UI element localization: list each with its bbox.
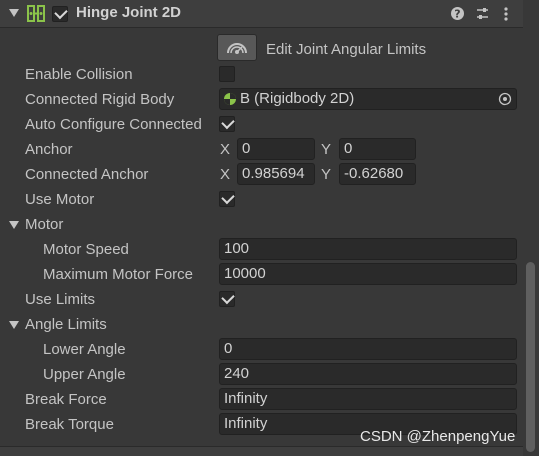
motor-foldout-arrow-icon[interactable] (9, 221, 19, 229)
help-icon[interactable]: ? (450, 6, 465, 21)
use-motor-checkbox[interactable] (219, 190, 235, 207)
preset-icon[interactable] (475, 6, 490, 21)
anchor-x-label: X (220, 141, 231, 158)
scrollbar-thumb[interactable] (526, 262, 535, 452)
more-icon[interactable] (502, 6, 510, 22)
motor-speed-field[interactable]: 100 (219, 238, 517, 260)
enable-collision-label: Enable Collision (25, 66, 133, 83)
edit-angular-limits-button[interactable] (217, 34, 257, 61)
component-header: Hinge Joint 2D ? (0, 0, 539, 28)
angle-limits-section-label[interactable]: Angle Limits (25, 316, 107, 333)
checkmark-icon (54, 5, 68, 20)
use-motor-label: Use Motor (25, 191, 95, 208)
anchor-y-field[interactable]: 0 (339, 138, 416, 160)
use-limits-checkbox[interactable] (219, 290, 235, 307)
enable-collision-checkbox[interactable] (219, 66, 235, 82)
auto-configure-checkbox[interactable] (219, 115, 235, 132)
connected-anchor-y-field[interactable]: -0.62680 (339, 163, 416, 185)
anchor-label: Anchor (25, 141, 73, 158)
connected-rigid-body-field[interactable]: B (Rigidbody 2D) (219, 88, 517, 110)
lower-angle-label: Lower Angle (43, 341, 126, 358)
angle-limits-foldout-arrow-icon[interactable] (9, 321, 19, 329)
component-title: Hinge Joint 2D (76, 4, 182, 21)
connected-anchor-y-label: Y (321, 166, 332, 183)
upper-angle-field[interactable]: 240 (219, 363, 517, 385)
svg-text:?: ? (454, 8, 460, 21)
checkmark-icon (221, 290, 235, 305)
edit-angular-limits-label: Edit Joint Angular Limits (266, 41, 427, 58)
auto-configure-label: Auto Configure Connected (25, 116, 202, 133)
connected-rigid-body-value: B (Rigidbody 2D) (240, 90, 355, 107)
foldout-arrow-icon[interactable] (9, 9, 19, 17)
connected-anchor-x-field[interactable]: 0.985694 (237, 163, 315, 185)
motor-section-label[interactable]: Motor (25, 216, 63, 233)
max-motor-force-field[interactable]: 10000 (219, 263, 517, 285)
component-enabled-checkbox[interactable] (52, 5, 68, 22)
lower-angle-field[interactable]: 0 (219, 338, 517, 360)
checkmark-icon (221, 190, 235, 205)
rigidbody-icon (224, 93, 236, 105)
checkmark-icon (221, 115, 235, 130)
upper-angle-label: Upper Angle (43, 366, 126, 383)
hinge-joint-icon (27, 5, 45, 22)
angular-limits-icon (227, 43, 247, 54)
break-force-label: Break Force (25, 391, 107, 408)
anchor-y-label: Y (321, 141, 332, 158)
anchor-x-field[interactable]: 0 (237, 138, 315, 160)
break-force-field[interactable]: Infinity (219, 388, 517, 410)
connected-rigid-body-label: Connected Rigid Body (25, 91, 175, 108)
watermark-text: CSDN @ZhenpengYue (360, 428, 516, 445)
connected-anchor-label: Connected Anchor (25, 166, 149, 183)
connected-anchor-x-label: X (220, 166, 231, 183)
object-picker-icon[interactable] (498, 92, 512, 106)
motor-speed-label: Motor Speed (43, 241, 129, 258)
max-motor-force-label: Maximum Motor Force (43, 266, 194, 283)
use-limits-label: Use Limits (25, 291, 96, 308)
break-torque-label: Break Torque (25, 416, 114, 433)
next-component-header (0, 446, 523, 456)
